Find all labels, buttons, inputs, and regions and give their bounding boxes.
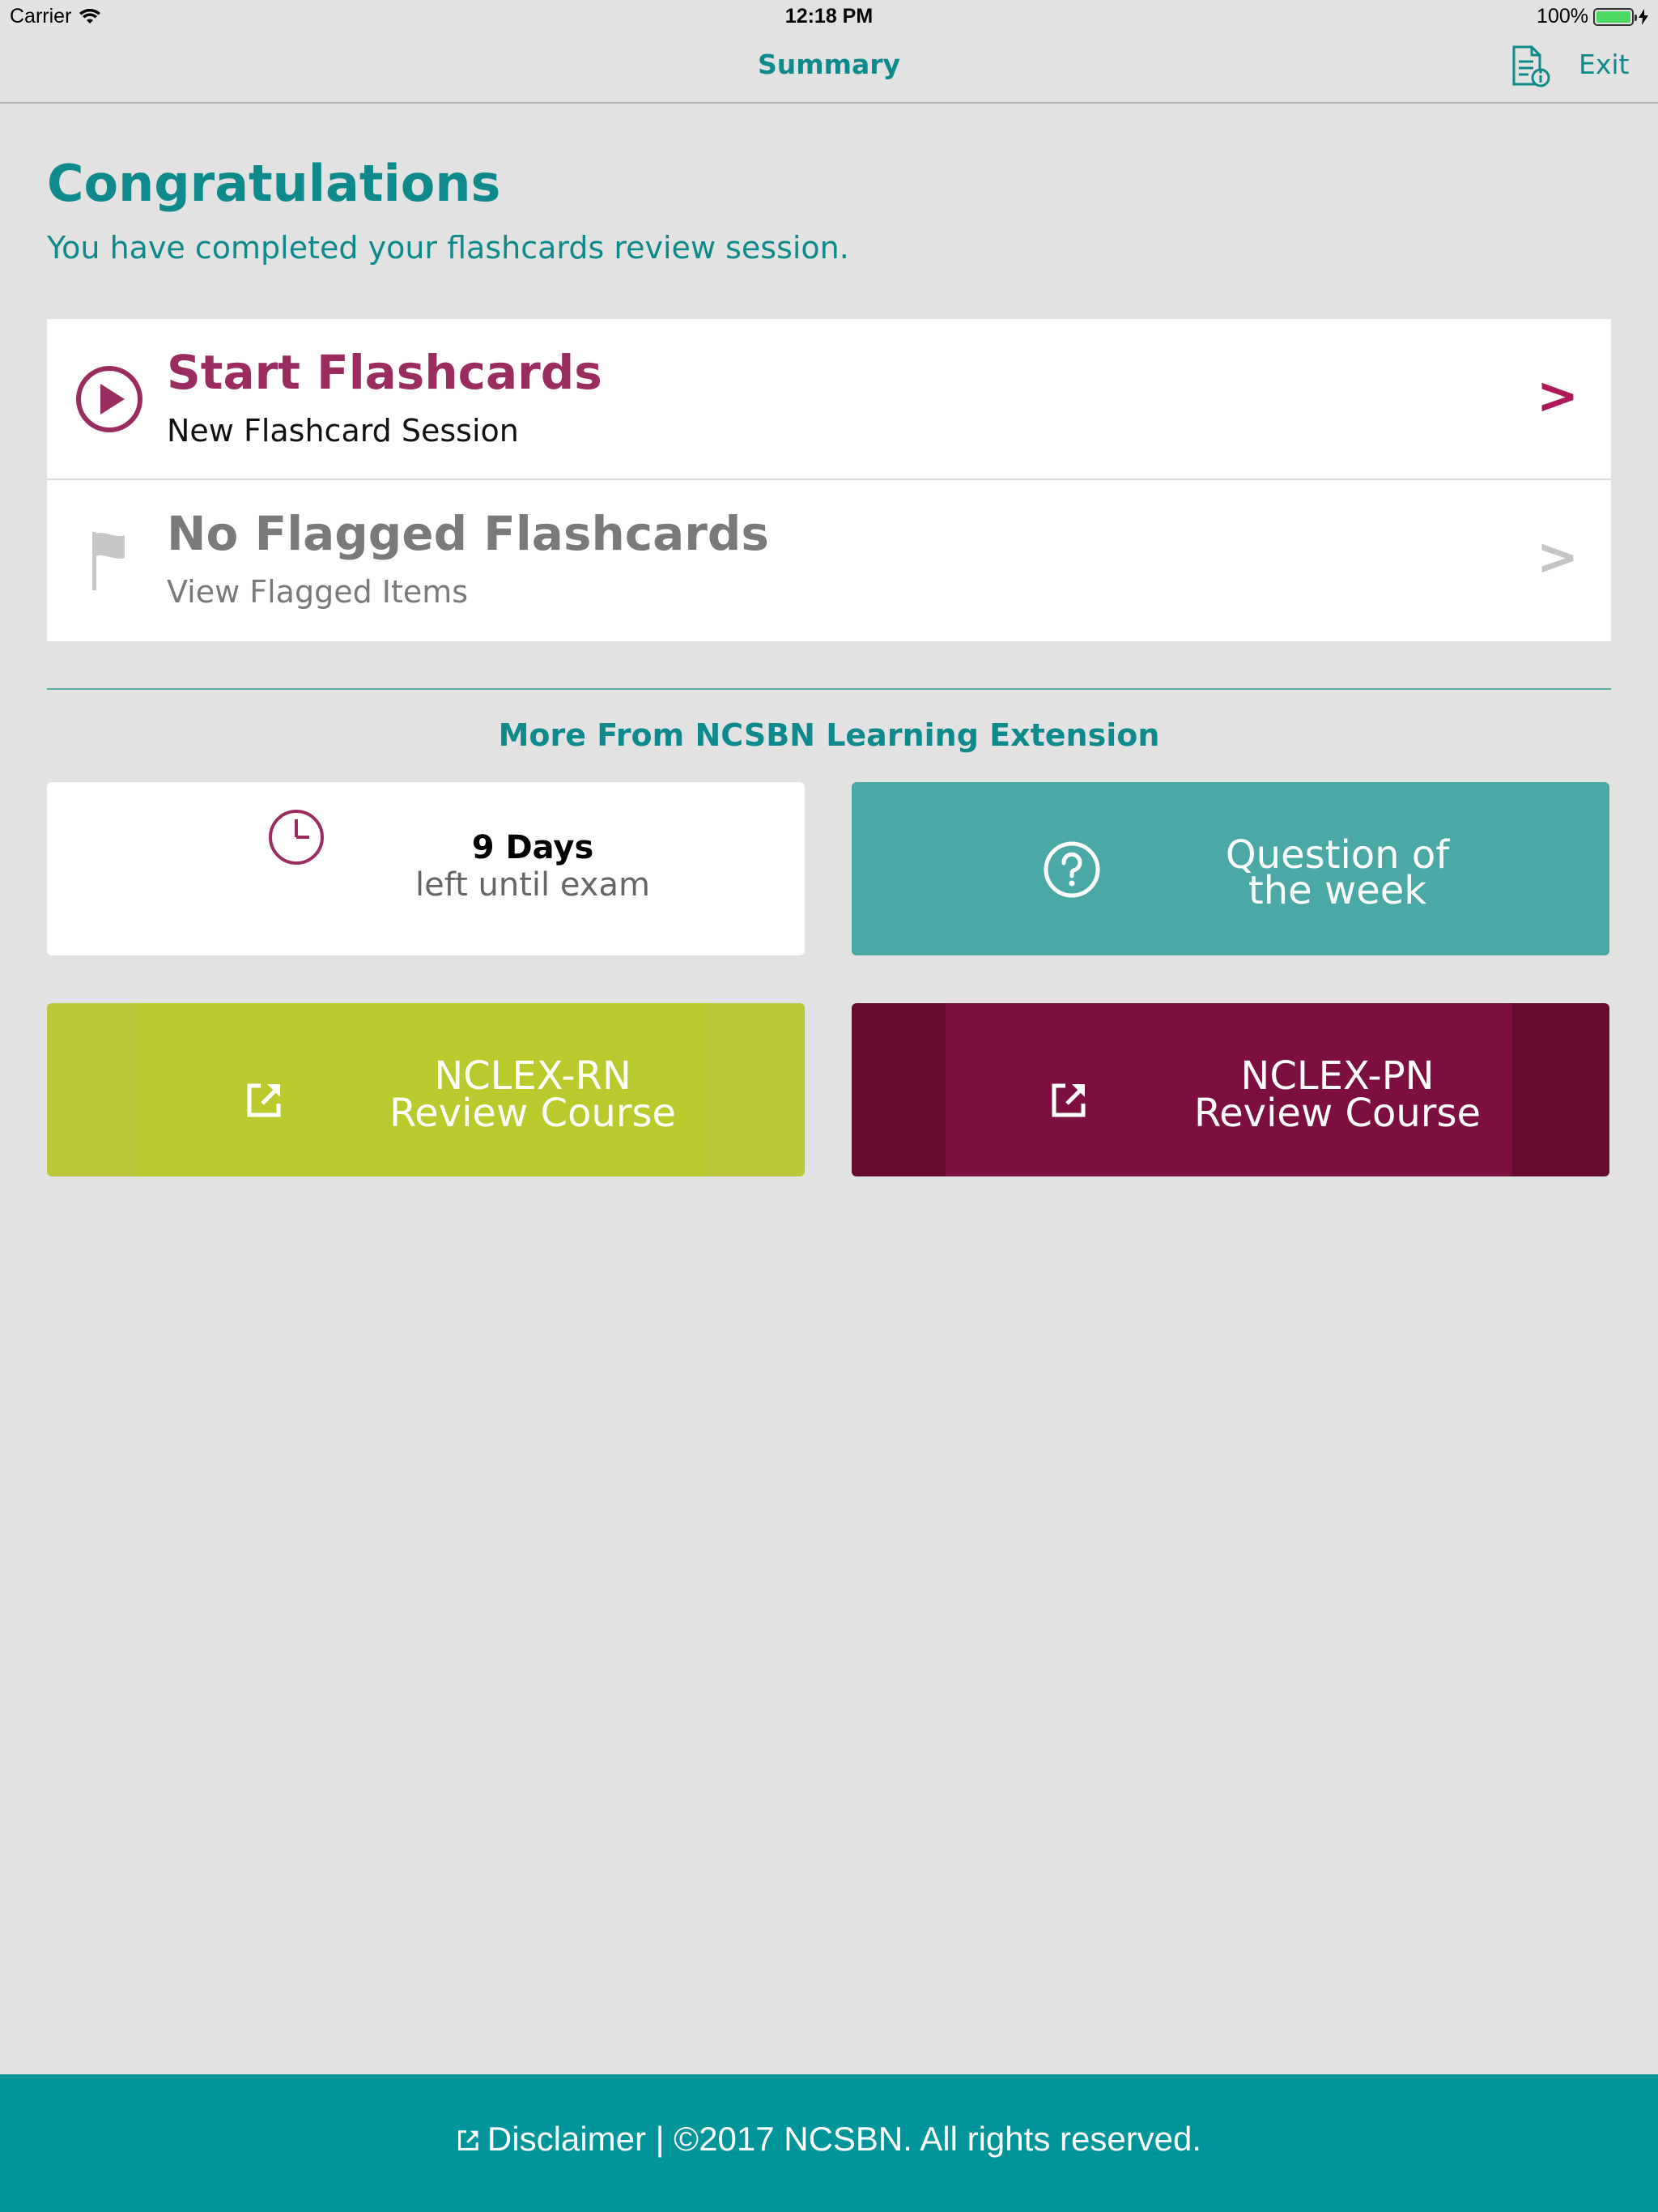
nclex-pn-review-tile[interactable]: NCLEX-PN Review Course	[852, 1003, 1609, 1176]
flagged-flashcards-row[interactable]: No Flagged Flashcards View Flagged Items…	[47, 480, 1611, 641]
start-flashcards-title: Start Flashcards	[167, 345, 602, 400]
battery-fill	[1596, 11, 1630, 23]
document-info-icon[interactable]	[1506, 44, 1551, 89]
exam-countdown-tile[interactable]: 9 Days left until exam	[47, 782, 805, 955]
play-circle-icon	[76, 366, 142, 432]
action-list: Start Flashcards New Flashcard Session >…	[47, 319, 1611, 641]
battery-group: 100%	[1537, 5, 1648, 28]
flagged-flashcards-subtitle: View Flagged Items	[167, 574, 469, 610]
disclaimer-link[interactable]: Disclaimer | ©2017 NCSBN. All rights res…	[0, 2120, 1658, 2159]
footer: Disclaimer | ©2017 NCSBN. All rights res…	[0, 2074, 1658, 2212]
chevron-right-icon: >	[1537, 527, 1579, 586]
charging-bolt-icon	[1639, 8, 1648, 25]
page-title: Congratulations	[47, 154, 501, 213]
nclex-rn-label-line2: Review Course	[389, 1091, 677, 1136]
battery-icon	[1593, 7, 1637, 26]
flag-icon	[92, 532, 125, 590]
more-heading: More From NCSBN Learning Extension	[498, 717, 1160, 753]
page-subtitle: You have completed your flashcards revie…	[47, 230, 849, 266]
external-link-icon	[1052, 1083, 1086, 1117]
exit-button[interactable]: Exit	[1579, 49, 1630, 80]
external-link-icon	[458, 2130, 478, 2150]
footer-text: Disclaimer | ©2017 NCSBN. All rights res…	[487, 2120, 1202, 2158]
external-link-icon	[247, 1083, 281, 1117]
nav-bar: Summary Exit	[0, 32, 1658, 104]
chevron-right-icon: >	[1537, 366, 1579, 425]
section-divider	[47, 688, 1611, 690]
days-left-label: left until exam	[415, 866, 650, 904]
battery-percent: 100%	[1537, 5, 1588, 28]
question-circle-icon	[1044, 841, 1100, 898]
start-flashcards-subtitle: New Flashcard Session	[167, 413, 519, 449]
nav-title: Summary	[757, 49, 901, 80]
days-left-value: 9 Days	[471, 829, 594, 866]
nclex-pn-label-line2: Review Course	[1193, 1091, 1482, 1136]
nclex-rn-review-tile[interactable]: NCLEX-RN Review Course	[47, 1003, 805, 1176]
status-bar: Carrier 12:18 PM 100%	[0, 0, 1658, 32]
qotw-label-line2: the week	[1248, 868, 1427, 913]
start-flashcards-row[interactable]: Start Flashcards New Flashcard Session >	[47, 319, 1611, 480]
flagged-flashcards-title: No Flagged Flashcards	[167, 506, 769, 561]
question-of-the-week-tile[interactable]: Question of the week	[852, 782, 1609, 955]
status-time: 12:18 PM	[784, 5, 874, 28]
